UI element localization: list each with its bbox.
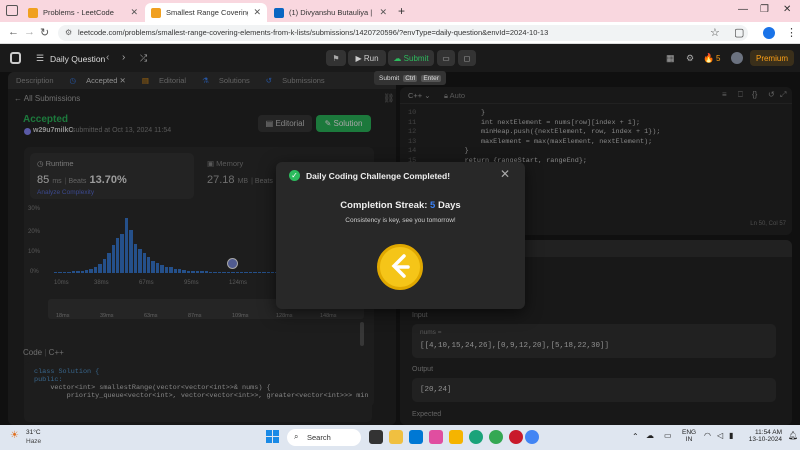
run-button[interactable]: ▶ Run (348, 50, 386, 66)
streak-unit: Days (437, 200, 461, 211)
task-view-icon[interactable] (369, 430, 383, 444)
modal-subtitle: Consistency is key, see you tomorrow! (345, 217, 456, 224)
settings-gear-icon[interactable]: ⚙ (686, 53, 694, 64)
leetcode-coin-badge (377, 244, 423, 290)
leetcode-header: ☰ Daily Question ‹ › ⤮ ⚑ ▶ Run ☁ Submit … (0, 44, 800, 85)
volume-mixer-icon[interactable]: ▭ (664, 431, 672, 440)
forward-arrow-icon[interactable]: → (24, 26, 35, 38)
check-circle-icon: ✓ (289, 170, 300, 181)
wifi-icon[interactable]: ◠ (704, 431, 711, 440)
clock[interactable]: 11:54 AM 13-10-2024 (746, 429, 782, 443)
copilot-icon[interactable] (429, 430, 443, 444)
tab-actions-icon[interactable] (6, 5, 18, 16)
shuffle-icon[interactable]: ⤮ (140, 53, 147, 64)
close-tab-icon[interactable]: ✕ (379, 7, 387, 18)
language-indicator[interactable]: ENG IN (682, 429, 696, 443)
notes-icon[interactable]: ▭ (437, 50, 455, 66)
close-tab-icon[interactable]: ✕ (130, 7, 138, 18)
tooltip-key-ctrl: Ctrl (403, 74, 418, 82)
teams-icon[interactable] (409, 430, 423, 444)
battery-icon[interactable]: ▮ (729, 431, 733, 440)
weather-icon[interactable]: ☀ (10, 430, 19, 441)
streak-fire-icon[interactable]: 🔥 (703, 53, 714, 64)
url-input[interactable]: ⚙ leetcode.com/problems/smallest-range-c… (58, 25, 748, 41)
notifications-bell-icon[interactable]: 🔔︎ (788, 431, 798, 440)
onedrive-icon[interactable]: ☁ (646, 431, 654, 440)
youtube-music-icon[interactable] (509, 430, 523, 444)
profile-avatar[interactable] (763, 27, 775, 39)
streak-value: 5 (430, 200, 436, 211)
chrome-active-icon[interactable] (525, 430, 539, 444)
tooltip-label: Submit (379, 74, 400, 82)
widgets-icon[interactable] (389, 430, 403, 444)
browser-tab-bar: Problems - LeetCode ✕ Smallest Range Cov… (0, 0, 800, 22)
run-label: Run (363, 53, 379, 63)
whiteboard-icon[interactable]: ◻ (458, 50, 476, 66)
tab-title: Problems - LeetCode (43, 8, 114, 17)
windows-taskbar: ☀ 31°C Haze ⌕ Search ⌃ ☁ ▭ ENG IN ◠ ◁ ▮ … (0, 425, 800, 450)
speaker-icon[interactable]: ◁ (717, 431, 723, 440)
taskbar-search-box[interactable]: ⌕ Search (287, 429, 361, 446)
user-avatar[interactable] (731, 52, 743, 64)
streak-count: 5 (716, 54, 721, 63)
close-modal-icon[interactable]: ✕ (500, 167, 510, 181)
submit-label: Submit (403, 53, 429, 63)
date: 13-10-2024 (748, 436, 782, 443)
windows-start-icon[interactable] (266, 430, 280, 444)
play-icon: ▶ (355, 53, 364, 63)
url-text: leetcode.com/problems/smallest-range-cov… (78, 28, 549, 37)
weather-desc: Haze (26, 438, 42, 445)
weather-temp: 31°C (26, 429, 41, 436)
close-tab-icon[interactable]: ✕ (253, 7, 261, 18)
leetcode-favicon-icon (151, 7, 161, 18)
tab-title: Smallest Range Covering Eleme (166, 8, 249, 17)
leetcode-logo-icon (391, 254, 410, 278)
site-info-icon[interactable]: ⚙ (65, 28, 72, 37)
tab-title: (1) Divyanshu Butauliya | Linke (289, 8, 374, 17)
next-problem-icon[interactable]: › (122, 52, 125, 63)
maximize-icon[interactable]: ❐ (760, 4, 769, 15)
tab-smallest-range[interactable]: Smallest Range Covering Eleme ✕ (145, 3, 267, 22)
lang-code: ENG (682, 429, 697, 436)
submit-button[interactable]: ☁ Submit (388, 50, 434, 66)
address-bar-row: ← → ↻ ⚙ leetcode.com/problems/smallest-r… (0, 22, 800, 44)
time: 11:54 AM (755, 429, 782, 436)
leetcode-logo-icon[interactable] (10, 52, 21, 64)
extensions-icon[interactable]: ▢ (734, 26, 744, 39)
reload-icon[interactable]: ↻ (40, 26, 49, 39)
cloud-upload-icon: ☁ (393, 53, 404, 63)
minimize-icon[interactable]: — (738, 4, 748, 15)
tooltip-key-enter: Enter (421, 74, 441, 82)
modal-title: Daily Coding Challenge Completed! (306, 171, 451, 181)
menu-dots-icon[interactable]: ⋮ (786, 26, 797, 39)
search-placeholder: Search (307, 433, 331, 442)
daily-question-link[interactable]: Daily Question (50, 54, 105, 64)
linkedin-favicon-icon (274, 7, 284, 18)
submit-tooltip: Submit Ctrl Enter (374, 71, 446, 85)
leetcode-favicon-icon (28, 7, 38, 18)
layout-icon[interactable]: ▦ (666, 53, 675, 64)
debug-icon[interactable]: ⚑ (326, 50, 346, 66)
streak-label: Completion Streak: (340, 200, 428, 211)
streak-line: Completion Streak: 5 Days (276, 200, 525, 211)
bookmark-star-icon[interactable]: ☆ (710, 26, 720, 39)
search-icon: ⌕ (294, 432, 299, 441)
close-window-icon[interactable]: ✕ (783, 4, 791, 15)
prev-problem-icon[interactable]: ‹ (106, 52, 109, 63)
region-code: IN (685, 436, 693, 443)
back-arrow-icon[interactable]: ← (8, 26, 19, 38)
daily-challenge-modal: ✓ Daily Coding Challenge Completed! ✕ Co… (276, 162, 525, 309)
show-hidden-icons-icon[interactable]: ⌃ (632, 432, 639, 441)
problem-list-icon[interactable]: ☰ (36, 53, 44, 64)
premium-button[interactable]: Premium (750, 50, 794, 66)
new-tab-icon[interactable]: + (398, 4, 405, 18)
edge-icon[interactable] (469, 430, 483, 444)
chrome-icon[interactable] (489, 430, 503, 444)
file-explorer-icon[interactable] (449, 430, 463, 444)
tab-linkedin[interactable]: (1) Divyanshu Butauliya | Linke ✕ (268, 3, 393, 22)
tab-problems[interactable]: Problems - LeetCode ✕ (22, 3, 144, 22)
